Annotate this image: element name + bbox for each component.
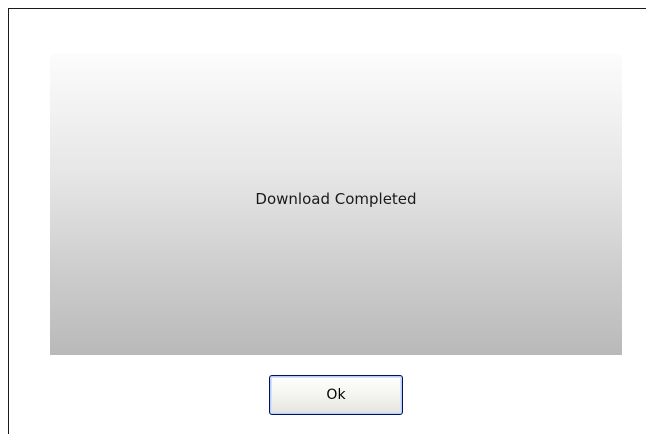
ok-button-label: Ok <box>326 387 346 403</box>
ok-button[interactable]: Ok <box>269 375 403 415</box>
message-panel: Download Completed <box>50 54 622 355</box>
download-dialog: Download Completed Ok <box>8 8 646 434</box>
download-status-message: Download Completed <box>255 189 417 208</box>
